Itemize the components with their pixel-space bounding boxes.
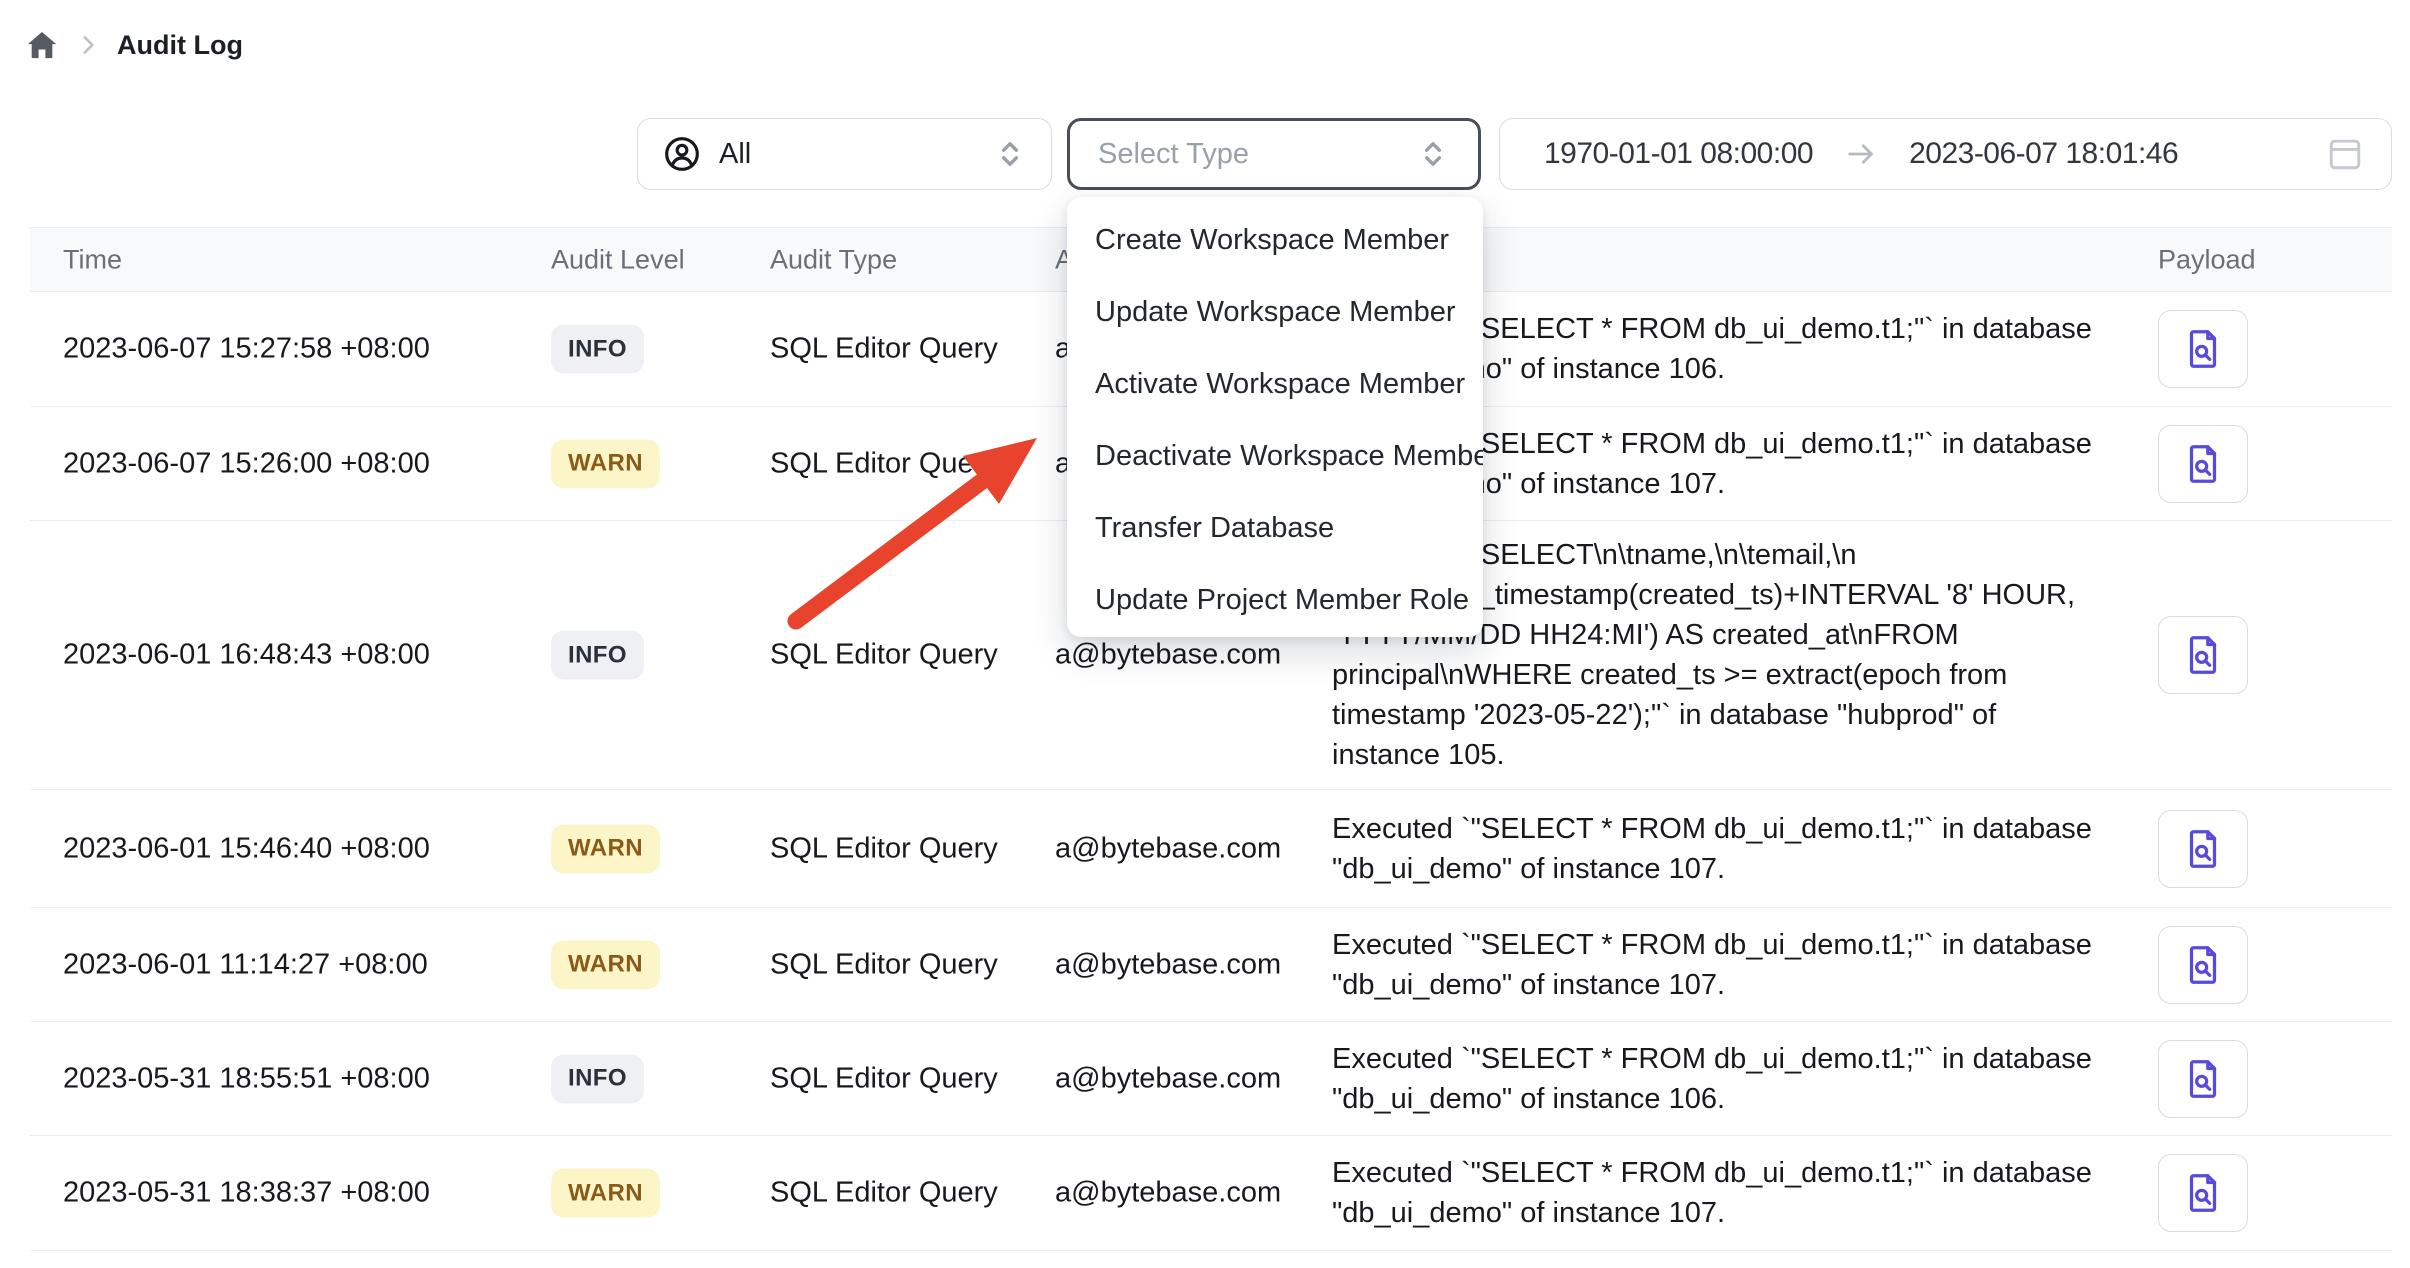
chevron-right-icon [75,32,101,58]
page-title: Audit Log [117,30,243,61]
home-icon[interactable] [25,28,59,62]
audit-actor: a@bytebase.com [1055,1177,1281,1210]
table-row: 2023-05-31 18:55:51 +08:00 INFO SQL Edit… [30,1022,2392,1136]
menu-item-transfer-database[interactable]: Transfer Database [1067,492,1483,564]
audit-type: SQL Editor Query [770,1062,998,1095]
audit-time: 2023-06-01 15:46:40 +08:00 [63,832,430,865]
audit-time: 2023-06-01 16:48:43 +08:00 [63,639,430,672]
audit-time: 2023-06-01 11:14:27 +08:00 [63,948,428,981]
audit-type: SQL Editor Query [770,447,998,480]
user-circle-icon [662,134,702,174]
date-range-start: 1970-01-01 08:00:00 [1544,137,1813,171]
audit-time: 2023-05-31 18:55:51 +08:00 [63,1062,430,1095]
actor-filter-value: All [719,138,751,171]
menu-item-update-project-member-role[interactable]: Update Project Member Role [1067,564,1483,636]
audit-level-badge: INFO [551,1054,644,1103]
audit-type: SQL Editor Query [770,639,998,672]
audit-time: 2023-06-07 15:27:58 +08:00 [63,333,430,366]
arrow-right-icon [1843,136,1879,172]
audit-actor: a@bytebase.com [1055,639,1281,672]
audit-comment: Executed `"SELECT * FROM db_ui_demo.t1;"… [1332,1153,2152,1233]
audit-type: SQL Editor Query [770,948,998,981]
col-header-type: Audit Type [770,244,897,275]
audit-actor: a@bytebase.com [1055,1062,1281,1095]
chevron-up-down-icon [993,137,1027,171]
document-search-icon [2180,1056,2226,1102]
col-header-time: Time [63,244,122,275]
menu-item-create-workspace-member[interactable]: Create Workspace Member [1067,204,1483,276]
chevron-up-down-icon [1416,137,1450,171]
audit-type: SQL Editor Query [770,1177,998,1210]
table-row: 2023-05-31 18:38:37 +08:00 WARN SQL Edit… [30,1136,2392,1251]
menu-item-deactivate-workspace-member[interactable]: Deactivate Workspace Member [1067,420,1483,492]
payload-view-button[interactable] [2158,616,2248,694]
audit-type: SQL Editor Query [770,333,998,366]
audit-level-badge: INFO [551,325,644,374]
document-search-icon [2180,826,2226,872]
audit-actor: a@bytebase.com [1055,948,1281,981]
type-filter-select[interactable]: Select Type [1067,118,1481,190]
table-row: 2023-06-01 11:14:27 +08:00 WARN SQL Edit… [30,908,2392,1022]
audit-level-badge: INFO [551,631,644,680]
col-header-level: Audit Level [551,244,685,275]
payload-view-button[interactable] [2158,926,2248,1004]
document-search-icon [2180,441,2226,487]
audit-actor: a@bytebase.com [1055,832,1281,865]
audit-type: SQL Editor Query [770,832,998,865]
payload-view-button[interactable] [2158,810,2248,888]
audit-comment: Executed `"SELECT * FROM db_ui_demo.t1;"… [1332,925,2152,1005]
col-header-payload: Payload [2158,244,2256,275]
payload-view-button[interactable] [2158,310,2248,388]
audit-level-badge: WARN [551,824,660,873]
payload-view-button[interactable] [2158,1040,2248,1118]
payload-view-button[interactable] [2158,425,2248,503]
audit-time: 2023-06-07 15:26:00 +08:00 [63,447,430,480]
audit-comment: Executed `"SELECT * FROM db_ui_demo.t1;"… [1332,809,2152,889]
audit-level-badge: WARN [551,940,660,989]
menu-item-update-workspace-member[interactable]: Update Workspace Member [1067,276,1483,348]
document-search-icon [2180,1170,2226,1216]
audit-log-page: Audit Log All Select Type 1970-01-01 08:… [0,0,2410,1268]
document-search-icon [2180,326,2226,372]
payload-view-button[interactable] [2158,1154,2248,1232]
type-filter-placeholder: Select Type [1098,138,1249,171]
date-range-picker[interactable]: 1970-01-01 08:00:00 2023-06-07 18:01:46 [1499,118,2392,190]
audit-level-badge: WARN [551,1169,660,1218]
calendar-icon [2323,132,2367,176]
actor-filter-select[interactable]: All [637,118,1052,190]
document-search-icon [2180,942,2226,988]
audit-time: 2023-05-31 18:38:37 +08:00 [63,1177,430,1210]
date-range-end: 2023-06-07 18:01:46 [1909,137,2178,171]
audit-comment: Executed `"SELECT * FROM db_ui_demo.t1;"… [1332,1039,2152,1119]
menu-item-activate-workspace-member[interactable]: Activate Workspace Member [1067,348,1483,420]
document-search-icon [2180,632,2226,678]
breadcrumb: Audit Log [25,28,243,62]
type-select-dropdown-menu: Create Workspace Member Update Workspace… [1067,197,1483,637]
table-row: 2023-06-01 15:46:40 +08:00 WARN SQL Edit… [30,790,2392,908]
audit-level-badge: WARN [551,439,660,488]
